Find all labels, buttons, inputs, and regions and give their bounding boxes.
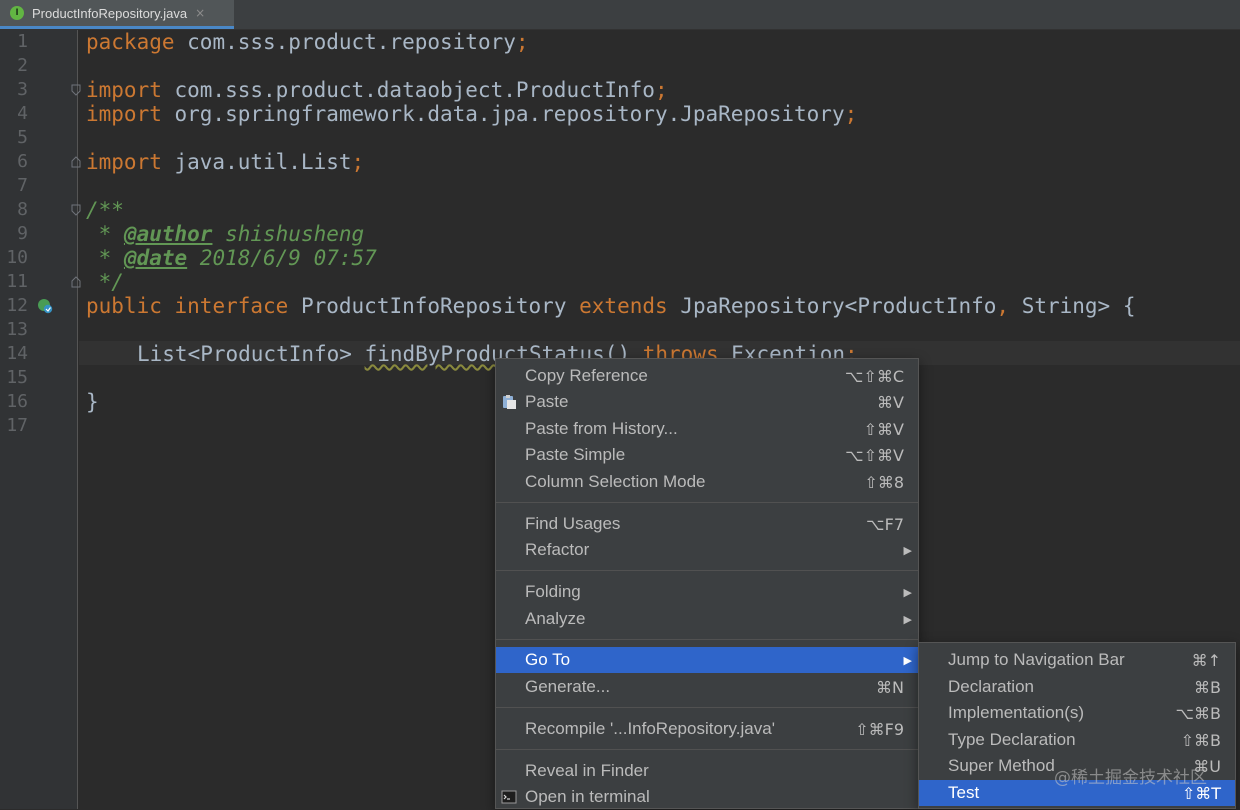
code-line: /** bbox=[86, 198, 124, 222]
line-number: 8 bbox=[17, 199, 28, 220]
line-number: 3 bbox=[17, 79, 28, 100]
fold-marker-icon[interactable] bbox=[71, 276, 81, 288]
menu-item-copy-reference[interactable]: Copy Reference ⌥⇧⌘C bbox=[496, 363, 918, 389]
menu-item-analyze[interactable]: Analyze ▶ bbox=[496, 606, 918, 632]
tab-productinforepository[interactable]: I ProductInfoRepository.java × bbox=[0, 0, 234, 29]
line-number: 10 bbox=[6, 247, 28, 268]
menu-item-go-to[interactable]: Go To ▶ bbox=[496, 647, 918, 673]
menu-item-folding[interactable]: Folding ▶ bbox=[496, 579, 918, 605]
menu-item-generate[interactable]: Generate... ⌘N bbox=[496, 674, 918, 700]
menu-item-open-in-terminal[interactable]: Open in terminal bbox=[496, 784, 918, 810]
code-line: import com.sss.product.dataobject.Produc… bbox=[86, 78, 668, 102]
editor-context-menu: Copy Reference ⌥⇧⌘C Paste ⌘V Paste from Hi… bbox=[495, 358, 919, 809]
menu-item-find-usages[interactable]: Find Usages ⌥F7 bbox=[496, 511, 918, 537]
menu-separator bbox=[496, 570, 918, 571]
code-line: public interface ProductInfoRepository e… bbox=[86, 294, 1136, 318]
fold-marker-icon[interactable] bbox=[71, 84, 81, 96]
interface-file-icon: I bbox=[10, 6, 24, 20]
code-line: import java.util.List; bbox=[86, 150, 365, 174]
menu-item-declaration[interactable]: Declaration ⌘B bbox=[919, 674, 1235, 700]
chevron-right-icon: ▶ bbox=[903, 612, 912, 626]
line-number: 4 bbox=[17, 103, 28, 124]
implemented-interface-icon[interactable] bbox=[37, 298, 53, 314]
line-number: 15 bbox=[6, 367, 28, 388]
code-line: package com.sss.product.repository; bbox=[86, 30, 529, 54]
line-number: 7 bbox=[17, 175, 28, 196]
line-number: 12 bbox=[6, 295, 28, 316]
chevron-right-icon: ▶ bbox=[903, 543, 912, 557]
menu-separator bbox=[496, 639, 918, 640]
menu-item-paste-from-history[interactable]: Paste from History... ⇧⌘V bbox=[496, 416, 918, 442]
line-number: 9 bbox=[17, 223, 28, 244]
menu-separator bbox=[496, 502, 918, 503]
line-number: 14 bbox=[6, 343, 28, 364]
editor-tab-bar: I ProductInfoRepository.java × bbox=[0, 0, 1240, 30]
code-line: * @author shishusheng bbox=[86, 222, 365, 246]
close-icon[interactable]: × bbox=[195, 6, 205, 20]
menu-item-paste[interactable]: Paste ⌘V bbox=[496, 389, 918, 415]
code-line: */ bbox=[86, 270, 124, 294]
clipboard-icon bbox=[503, 395, 516, 409]
chevron-right-icon: ▶ bbox=[903, 585, 912, 599]
menu-separator bbox=[496, 707, 918, 708]
code-line: } bbox=[86, 390, 99, 414]
line-number: 13 bbox=[6, 319, 28, 340]
menu-item-jump-to-navigation-bar[interactable]: Jump to Navigation Bar ⌘↑ bbox=[919, 647, 1235, 673]
tab-label: ProductInfoRepository.java bbox=[32, 5, 188, 21]
line-number: 1 bbox=[17, 31, 28, 52]
menu-item-recompile[interactable]: Recompile '...InfoRepository.java' ⇧⌘F9 bbox=[496, 716, 918, 742]
line-number: 16 bbox=[6, 391, 28, 412]
terminal-icon bbox=[501, 790, 517, 804]
menu-item-refactor[interactable]: Refactor ▶ bbox=[496, 537, 918, 563]
line-number: 17 bbox=[6, 415, 28, 436]
menu-item-paste-simple[interactable]: Paste Simple ⌥⇧⌘V bbox=[496, 442, 918, 468]
menu-item-column-selection-mode[interactable]: Column Selection Mode ⇧⌘8 bbox=[496, 469, 918, 495]
menu-item-type-declaration[interactable]: Type Declaration ⇧⌘B bbox=[919, 727, 1235, 753]
fold-marker-icon[interactable] bbox=[71, 204, 81, 216]
line-number: 2 bbox=[17, 55, 28, 76]
fold-marker-icon[interactable] bbox=[71, 156, 81, 168]
code-line: * @date 2018/6/9 07:57 bbox=[86, 246, 377, 270]
line-number: 11 bbox=[6, 271, 28, 292]
line-number-gutter[interactable]: 1 2 3 4 5 6 7 8 9 10 11 12 13 14 15 16 1… bbox=[0, 30, 81, 809]
chevron-right-icon: ▶ bbox=[903, 653, 912, 667]
menu-separator bbox=[496, 749, 918, 750]
line-number: 5 bbox=[17, 127, 28, 148]
line-number: 6 bbox=[17, 151, 28, 172]
watermark: @稀土掘金技术社区 bbox=[1054, 768, 1207, 788]
menu-item-reveal-in-finder[interactable]: Reveal in Finder bbox=[496, 758, 918, 784]
code-line: import org.springframework.data.jpa.repo… bbox=[86, 102, 858, 126]
menu-item-implementations[interactable]: Implementation(s) ⌥⌘B bbox=[919, 700, 1235, 726]
